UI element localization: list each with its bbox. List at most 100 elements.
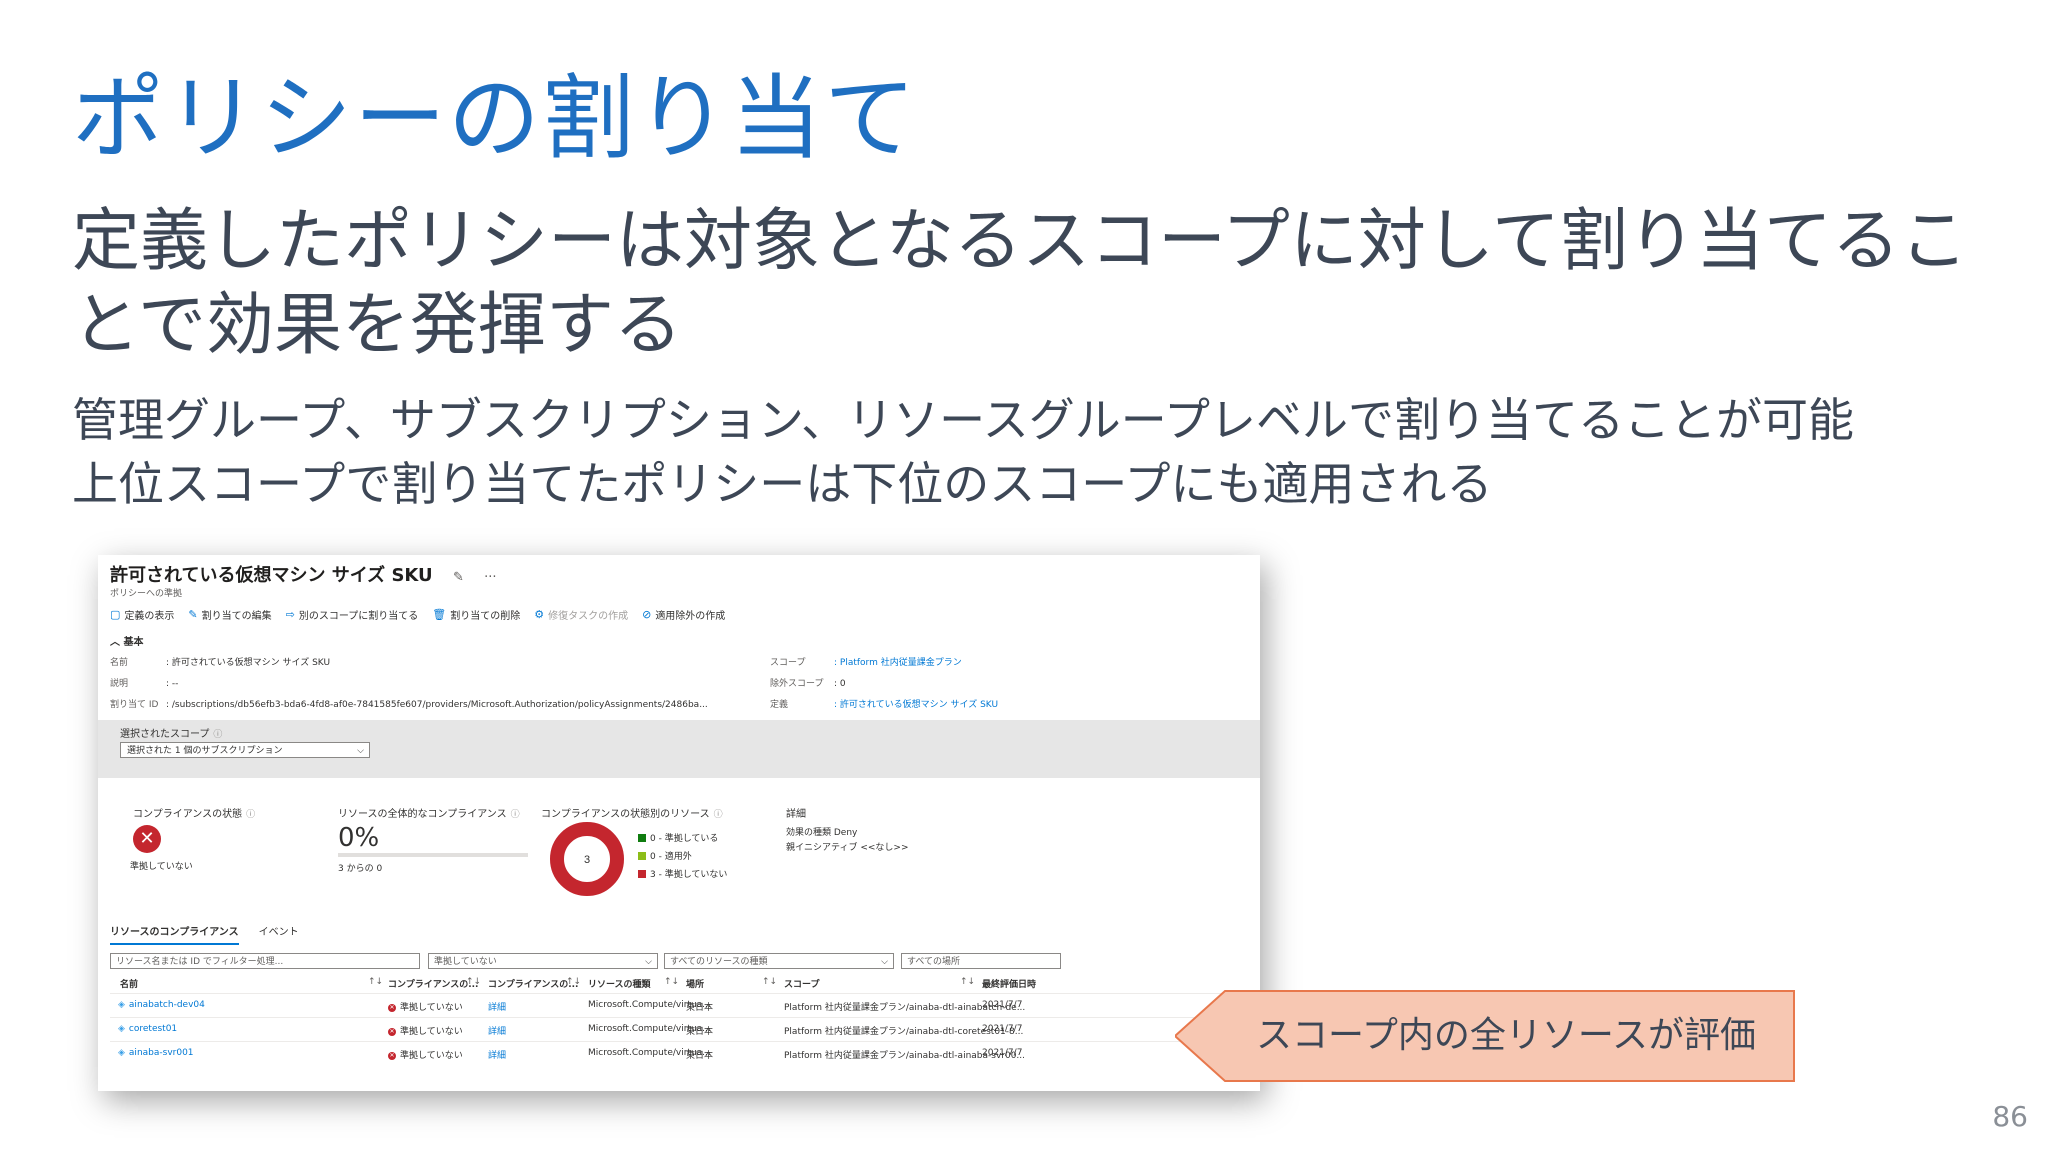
row-detail-link[interactable]: 詳細 <box>488 1000 506 1013</box>
chevron-down-icon: ⌵ <box>645 957 652 967</box>
overall-compliance-count: 3 からの 0 <box>338 864 383 874</box>
page-number: 86 <box>1992 1100 2028 1133</box>
table-divider <box>110 1017 1260 1018</box>
close-circle-icon: ✕ <box>388 1003 396 1012</box>
table-divider <box>110 1041 1260 1042</box>
bullet-1: 管理グループ、サブスクリプション、リソースグループレベルで割り当てることが可能 <box>72 393 1855 447</box>
toolbar-create-exemption[interactable]: ⊘ 適用除外の作成 <box>642 607 725 622</box>
info-icon: ⓘ <box>713 810 723 820</box>
row-date: 2021/7/7 <box>982 1000 1023 1010</box>
assign-icon: ⇨ <box>285 608 295 621</box>
row-location: 東日本 <box>686 1003 714 1013</box>
selected-scope-label: 選択されたスコープ ⓘ <box>120 729 223 740</box>
chevron-down-icon: ⌵ <box>357 746 364 756</box>
col-last-evaluated[interactable]: 最終評価日時 <box>982 977 1036 990</box>
compliance-state-filter[interactable]: 準拠していない ⌵ <box>428 953 658 969</box>
toolbar-edit-assignment[interactable]: ✎ 割り当ての編集 <box>188 607 271 622</box>
close-circle-icon: ✕ <box>388 1027 396 1036</box>
info-icon: ⓘ <box>246 810 256 820</box>
lead-text: 定義したポリシーは対象となるスコープに対して割り当てることで効果を発揮する <box>72 202 1968 365</box>
panel-subtitle: ポリシーへの準拠 <box>110 589 183 599</box>
vm-icon: ◈ <box>118 1024 125 1034</box>
essentials-excluded-scopes: 除外スコープ: 0 <box>770 679 846 689</box>
toolbar: ▢ 定義の表示 ✎ 割り当ての編集 ⇨ 別のスコープに割り当てる 🗑 割り当ての削除 ⚙… <box>110 607 725 622</box>
row-detail-link[interactable]: 詳細 <box>488 1048 506 1061</box>
resource-filter-input[interactable]: リソース名または ID でフィルター処理... <box>110 953 420 969</box>
toolbar-assign-other-scope[interactable]: ⇨ 別のスコープに割り当てる <box>286 607 419 622</box>
tab-bar: リソースのコンプライアンス イベント <box>110 923 299 945</box>
more-icon[interactable]: ··· <box>484 570 496 585</box>
exemption-icon: ⊘ <box>642 608 652 621</box>
essentials-definition: 定義: 許可されている仮想マシン サイズ SKU <box>770 700 999 710</box>
col-name[interactable]: 名前 <box>120 977 138 990</box>
donut-total: 3 <box>584 854 590 866</box>
row-name[interactable]: ◈ ainabatch-dev04 <box>118 1000 205 1010</box>
toolbar-view-definition[interactable]: ▢ 定義の表示 <box>110 607 174 622</box>
slide-title: ポリシーの割り当て <box>72 65 919 172</box>
essentials-assignment-id: 割り当て ID: /subscriptions/db56efb3-bda6-4f… <box>110 700 708 710</box>
row-state: ✕ 準拠していない <box>388 1027 463 1037</box>
vm-icon: ◈ <box>118 1000 125 1010</box>
effect-type: 効果の種類 Deny <box>786 828 858 838</box>
details-label: 詳細 <box>786 809 806 820</box>
info-icon: ⓘ <box>510 810 520 820</box>
toolbar-create-remediation[interactable]: ⚙ 修復タスクの作成 <box>534 607 628 622</box>
resource-type-filter[interactable]: すべてのリソースの種類 ⌵ <box>664 953 894 969</box>
vm-icon: ◈ <box>118 1048 125 1058</box>
tab-events[interactable]: イベント <box>259 923 299 945</box>
edit-icon: ✎ <box>188 608 198 621</box>
compliance-state-label: コンプライアンスの状態 ⓘ <box>133 809 256 820</box>
remediation-icon: ⚙ <box>534 608 545 621</box>
overall-compliance-percent: 0% <box>338 823 380 853</box>
sort-icon[interactable]: ↑↓ <box>664 977 679 987</box>
sort-icon[interactable]: ↑↓ <box>960 977 975 987</box>
panel-title: 許可されている仮想マシン サイズ SKU ✎ ··· <box>110 561 497 587</box>
sort-icon[interactable]: ↑↓ <box>466 977 481 987</box>
legend-noncompliant: 3 - 準拠していない <box>638 867 727 880</box>
sort-icon[interactable]: ↑↓ <box>566 977 581 987</box>
row-state: ✕ 準拠していない <box>388 1051 463 1061</box>
panel-title-text: 許可されている仮想マシン サイズ SKU <box>110 565 433 586</box>
row-date: 2021/7/7 <box>982 1048 1023 1058</box>
row-date: 2021/7/7 <box>982 1024 1023 1034</box>
sort-icon[interactable]: ↑↓ <box>762 977 777 987</box>
document-icon: ▢ <box>110 608 121 621</box>
row-location: 東日本 <box>686 1051 714 1061</box>
col-compliance-reason[interactable]: コンプライアンスの... <box>488 977 578 990</box>
col-location[interactable]: 場所 <box>686 977 704 990</box>
col-compliance-state[interactable]: コンプライアンスの... <box>388 977 478 990</box>
selected-scope-dropdown[interactable]: 選択された 1 個のサブスクリプション ⌵ <box>120 742 370 758</box>
essentials-description: 説明: -- <box>110 679 179 689</box>
overall-compliance-label: リソースの全体的なコンプライアンス ⓘ <box>338 809 520 820</box>
parent-initiative: 親イニシアティブ <<なし>> <box>786 843 909 853</box>
policy-assignment-screenshot: 許可されている仮想マシン サイズ SKU ✎ ··· ポリシーへの準拠 ▢ 定義の… <box>98 555 1260 1091</box>
close-circle-icon: ✕ <box>133 825 161 853</box>
chevron-down-icon: ⌵ <box>881 957 888 967</box>
close-circle-icon: ✕ <box>388 1051 396 1060</box>
row-detail-link[interactable]: 詳細 <box>488 1024 506 1037</box>
by-state-label: コンプライアンスの状態別のリソース ⓘ <box>541 809 723 820</box>
essentials-scope: スコープ: Platform 社内従量課金プラン <box>770 658 962 668</box>
legend-exempt: 0 - 適用外 <box>638 849 692 862</box>
col-resource-type[interactable]: リソースの種類 <box>588 977 651 990</box>
essentials-toggle[interactable]: ︿ 基本 <box>110 633 143 648</box>
bullet-2: 上位スコープで割り当てたポリシーは下位のスコープにも適用される <box>72 457 1493 511</box>
compliance-donut: 3 <box>550 822 624 896</box>
col-scope[interactable]: スコープ <box>784 977 819 990</box>
tab-resource-compliance[interactable]: リソースのコンプライアンス <box>110 923 239 945</box>
table-divider <box>110 993 1260 994</box>
pin-icon[interactable]: ✎ <box>453 570 464 585</box>
location-filter[interactable]: すべての場所 <box>901 953 1061 969</box>
toolbar-delete-assignment[interactable]: 🗑 割り当ての削除 <box>432 607 520 622</box>
callout-text: スコープ内の全リソースが評価 <box>1256 1015 1757 1056</box>
trash-icon: 🗑 <box>432 608 447 621</box>
info-icon: ⓘ <box>213 730 223 740</box>
row-location: 東日本 <box>686 1027 714 1037</box>
compliance-state-value: 準拠していない <box>130 862 193 872</box>
sort-icon[interactable]: ↑↓ <box>368 977 383 987</box>
legend-compliant: 0 - 準拠している <box>638 831 718 844</box>
row-name[interactable]: ◈ coretest01 <box>118 1024 177 1034</box>
essentials-name: 名前: 許可されている仮想マシン サイズ SKU <box>110 658 331 668</box>
row-name[interactable]: ◈ ainaba-svr001 <box>118 1048 194 1058</box>
row-state: ✕ 準拠していない <box>388 1003 463 1013</box>
